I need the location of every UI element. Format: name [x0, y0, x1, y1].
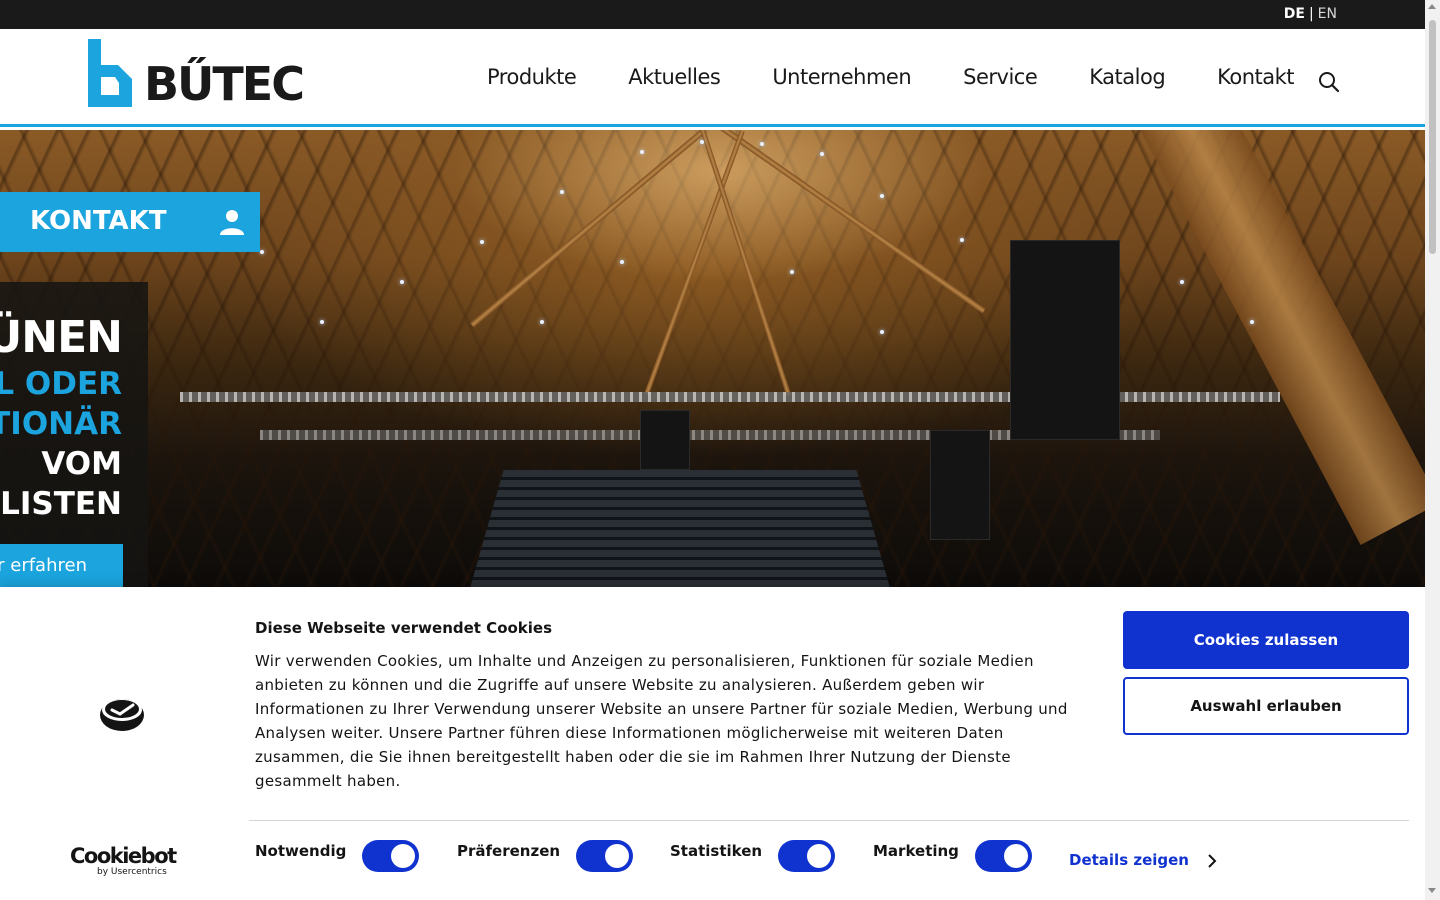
hero-headline-line-1: BÜNEN — [0, 312, 123, 363]
language-switcher: DE | EN — [1284, 6, 1337, 22]
allow-all-cookies-button[interactable]: Cookies zulassen — [1123, 611, 1409, 669]
hero-headline-line-4: VOM — [41, 446, 122, 482]
cookiebot-logo[interactable]: Cookiebot by Usercentrics — [70, 844, 177, 877]
nav-item-service[interactable]: Service — [963, 65, 1038, 89]
scrollbar[interactable] — [1425, 0, 1440, 900]
toggle-label-praeferenzen: Präferenzen — [457, 842, 561, 860]
toggle-label-marketing: Marketing — [873, 842, 959, 860]
lang-de-link[interactable]: DE — [1284, 6, 1305, 22]
more-info-button-label: hr erfahren — [0, 555, 87, 576]
cookiebot-icon — [100, 699, 144, 731]
hero-headline-line-5: ALISTEN — [0, 486, 122, 522]
person-icon — [220, 210, 244, 235]
lang-en-link[interactable]: EN — [1318, 6, 1337, 22]
logo-text: BŰTEC — [144, 57, 305, 111]
toggle-praeferenzen[interactable] — [576, 840, 633, 872]
nav-item-kontakt[interactable]: Kontakt — [1217, 65, 1294, 89]
hero-headline-line-3: ATIONÄR — [0, 406, 122, 442]
cookie-description: Wir verwenden Cookies, um Inhalte und An… — [255, 652, 1068, 790]
cookie-banner: Cookiebot by Usercentrics Diese Webseite… — [0, 587, 1425, 900]
toggle-group-praeferenzen: Präferenzen — [457, 840, 633, 872]
nav-item-produkte[interactable]: Produkte — [487, 65, 577, 89]
toggle-label-statistiken: Statistiken — [670, 842, 763, 860]
nav-item-unternehmen[interactable]: Unternehmen — [772, 65, 911, 89]
cookie-title: Diese Webseite verwendet Cookies — [255, 619, 553, 637]
toggle-group-notwendig: Notwendig — [255, 840, 419, 872]
toggle-statistiken[interactable] — [778, 840, 835, 872]
nav-item-katalog[interactable]: Katalog — [1089, 65, 1165, 89]
site-header: BŰTEC Produkte Aktuelles Unternehmen Ser… — [0, 29, 1425, 127]
toggle-marketing[interactable] — [975, 840, 1032, 872]
site-logo[interactable]: BŰTEC — [88, 39, 305, 109]
hero-headline-panel: BÜNEN BIL ODER ATIONÄR VOM ALISTEN hr er… — [0, 282, 148, 587]
toggle-label-notwendig: Notwendig — [255, 842, 347, 860]
nav-item-aktuelles[interactable]: Aktuelles — [628, 65, 721, 89]
allow-selection-button[interactable]: Auswahl erlauben — [1123, 677, 1409, 735]
cookiebot-brand-sub: by Usercentrics — [97, 867, 167, 877]
top-bar: DE | EN — [0, 0, 1425, 29]
cookie-divider — [249, 820, 1409, 821]
kontakt-tab-label: KONTAKT — [30, 206, 167, 236]
toggle-group-statistiken: Statistiken — [670, 840, 835, 872]
main-nav: Produkte Aktuelles Unternehmen Service K… — [487, 65, 1295, 89]
toggle-group-marketing: Marketing — [873, 840, 1032, 872]
more-info-button[interactable]: hr erfahren — [0, 544, 123, 587]
logo-mark-icon — [88, 39, 132, 107]
kontakt-tab[interactable]: KONTAKT — [0, 192, 260, 252]
scroll-down-arrow-icon[interactable] — [1428, 888, 1436, 893]
lang-separator: | — [1308, 6, 1314, 22]
scrollbar-thumb[interactable] — [1429, 20, 1436, 254]
chevron-right-icon[interactable] — [1206, 853, 1218, 869]
search-icon[interactable] — [1318, 71, 1340, 93]
toggle-notwendig[interactable] — [362, 840, 419, 872]
scroll-up-arrow-icon[interactable] — [1428, 4, 1436, 9]
hero-headline-line-2: BIL ODER — [0, 366, 122, 402]
cookiebot-brand-name: Cookiebot — [70, 844, 177, 868]
details-link[interactable]: Details zeigen — [1069, 851, 1189, 869]
